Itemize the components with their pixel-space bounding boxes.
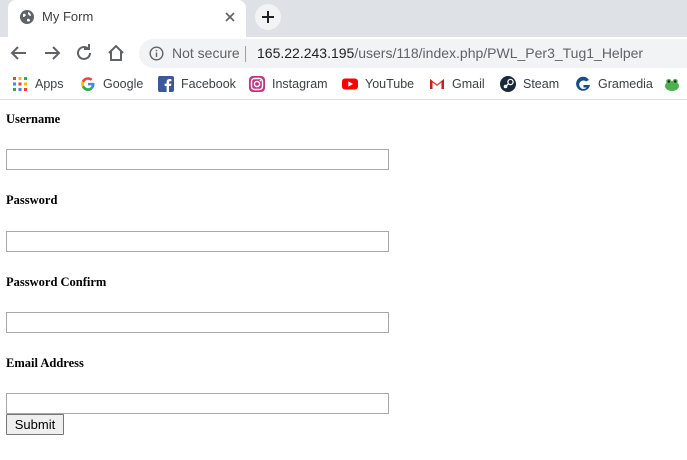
- bookmarks-bar: Apps Google Facebook Instagram YouTube G…: [0, 69, 687, 100]
- username-label: Username: [6, 112, 61, 126]
- bookmark-label: Steam: [523, 77, 560, 91]
- url-text[interactable]: 165.22.243.195/users/118/index.php/PWL_P…: [257, 45, 643, 61]
- username-input[interactable]: [6, 149, 389, 170]
- close-icon[interactable]: [223, 10, 237, 24]
- bookmark-label: Gramedia: [598, 77, 653, 91]
- frog-icon: [665, 78, 679, 91]
- email-input[interactable]: [6, 393, 389, 414]
- facebook-icon: [158, 76, 174, 92]
- tab-strip: My Form: [0, 0, 687, 37]
- address-bar[interactable]: Not secure 165.22.243.195/users/118/inde…: [139, 39, 687, 68]
- back-arrow-icon[interactable]: [8, 42, 30, 64]
- page-content: Username Password Password Confirm Email…: [0, 101, 687, 460]
- browser-toolbar: Not secure 165.22.243.195/users/118/inde…: [0, 37, 687, 69]
- url-path: /users/118/index.php/PWL_Per3_Tug1_Helpe…: [354, 45, 644, 61]
- password-input[interactable]: [6, 231, 389, 252]
- tab-my-form[interactable]: My Form: [8, 0, 246, 37]
- gmail-icon: [430, 79, 444, 89]
- plus-icon: [262, 11, 274, 23]
- google-icon: [81, 77, 95, 91]
- security-status[interactable]: Not secure: [172, 45, 240, 61]
- apps-grid-icon: [13, 77, 27, 91]
- password-confirm-input[interactable]: [6, 312, 389, 333]
- password-confirm-label: Password Confirm: [6, 275, 107, 289]
- steam-icon: [500, 76, 516, 92]
- bookmark-label: Facebook: [181, 77, 236, 91]
- youtube-icon: [342, 78, 358, 90]
- tab-title: My Form: [42, 9, 94, 24]
- bookmark-label: YouTube: [365, 77, 415, 91]
- bookmark-label: Apps: [35, 77, 64, 91]
- forward-arrow-icon[interactable]: [41, 42, 63, 64]
- globe-icon: [20, 10, 34, 24]
- gramedia-icon: [576, 76, 590, 91]
- password-label: Password: [6, 193, 58, 207]
- url-host: 165.22.243.195: [257, 45, 355, 61]
- home-icon[interactable]: [105, 42, 127, 64]
- submit-button[interactable]: Submit: [6, 414, 64, 435]
- instagram-icon: [249, 76, 265, 92]
- email-label: Email Address: [6, 356, 84, 370]
- info-icon[interactable]: [149, 46, 164, 61]
- new-tab-button[interactable]: [255, 4, 281, 30]
- reload-icon[interactable]: [73, 42, 95, 64]
- bookmark-label: Google: [103, 77, 144, 91]
- divider: [245, 46, 246, 62]
- bookmark-label: Instagram: [272, 77, 328, 91]
- bookmark-label: Gmail: [452, 77, 485, 91]
